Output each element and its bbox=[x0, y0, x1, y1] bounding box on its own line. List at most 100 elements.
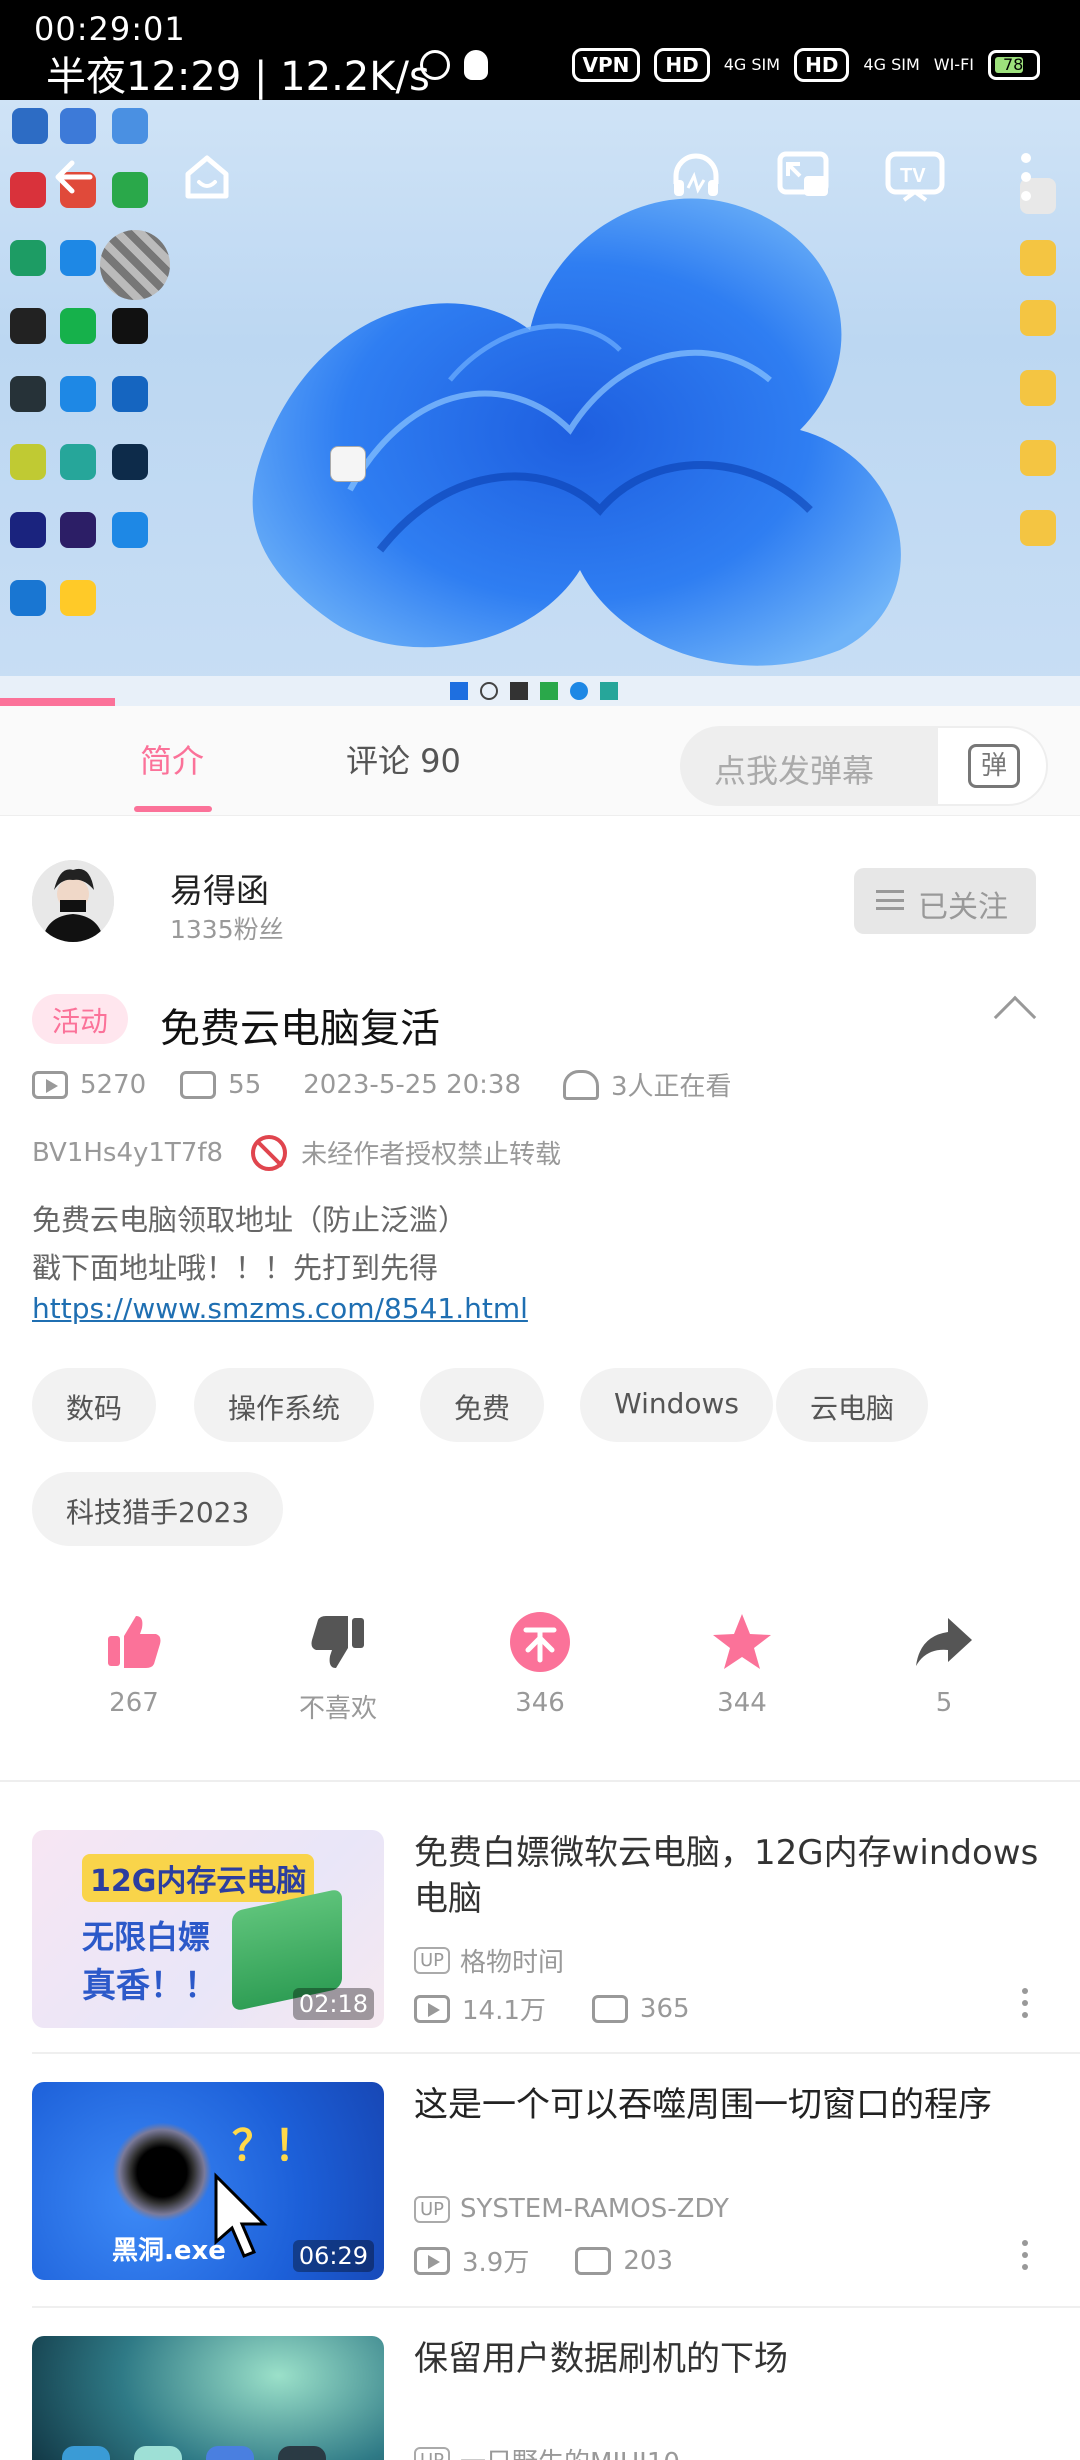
danmaku-input[interactable]: 点我发弹幕 bbox=[680, 726, 936, 806]
uploader-name[interactable]: SYSTEM-RAMOS-ZDY bbox=[460, 2194, 729, 2224]
section-divider bbox=[0, 1780, 1080, 1782]
share-button[interactable]: 5 bbox=[874, 1610, 1014, 1718]
video-title-row: 活动 免费云电脑复活 bbox=[0, 984, 1080, 1054]
player-controls: TV bbox=[0, 140, 1080, 220]
vpn-badge: VPN bbox=[571, 48, 641, 82]
recommended-uploader: UP SYSTEM-RAMOS-ZDY bbox=[414, 2194, 729, 2224]
uploader-name[interactable]: 易得函 bbox=[170, 864, 269, 912]
tab-intro[interactable]: 简介 bbox=[140, 736, 204, 782]
tag-item[interactable]: 操作系统 bbox=[194, 1368, 375, 1442]
danmaku-toggle-button[interactable]: 弹 bbox=[936, 726, 1048, 806]
coin-button[interactable]: 346 bbox=[470, 1610, 610, 1718]
danmaku-count: 55 bbox=[228, 1069, 262, 1100]
list-separator bbox=[32, 2052, 1080, 2054]
activity-badge[interactable]: 活动 bbox=[32, 994, 129, 1044]
recommended-stats: 14.1万 365 bbox=[414, 1990, 690, 2027]
miniplayer-icon[interactable] bbox=[776, 150, 832, 202]
like-button[interactable]: 267 bbox=[64, 1610, 204, 1718]
status-bar: 00:29:01 半夜12:29 | 12.2K/s VPN HD 4G SIM… bbox=[0, 0, 1080, 100]
menu-icon bbox=[876, 890, 904, 910]
recommended-stats: 3.9万 203 bbox=[414, 2242, 673, 2279]
recommended-uploader: UP 格物时间 bbox=[414, 1942, 564, 1979]
desc-line-1: 免费云电脑领取地址（防止泛滥） bbox=[32, 1203, 468, 1237]
video-description: 免费云电脑领取地址（防止泛滥） 戳下面地址哦！！！先打到先得 bbox=[32, 1196, 467, 1292]
windows-taskbar bbox=[0, 676, 1080, 706]
video-stats: 5270 55 2023-5-25 20:38 3人正在看 bbox=[32, 1066, 732, 1103]
video-thumbnail[interactable]: 12G内存云电脑 无限白嫖 真香！！ 02:18 bbox=[32, 1830, 384, 2028]
recommended-title[interactable]: 这是一个可以吞噬周围一切窗口的程序 bbox=[414, 2082, 1044, 2128]
video-progress-bar[interactable] bbox=[0, 698, 115, 706]
battery-level: 78 bbox=[1003, 55, 1024, 74]
favorite-count: 344 bbox=[717, 1688, 767, 1718]
sim2-signal: 4G SIM bbox=[863, 55, 920, 74]
star-icon bbox=[713, 1614, 771, 1669]
hd-badge-1: HD bbox=[654, 48, 710, 82]
tag-item[interactable]: Windows bbox=[580, 1368, 773, 1442]
action-bar: 267 不喜欢 346 344 5 bbox=[0, 1610, 1080, 1740]
more-options-icon[interactable] bbox=[1022, 2240, 1028, 2270]
recommended-uploader: UP 一只野生的MIUI10 bbox=[414, 2442, 680, 2460]
thumb-caption-1: 黑洞.exe bbox=[112, 2236, 226, 2266]
recommended-title[interactable]: 保留用户数据刷机的下场 bbox=[414, 2336, 1044, 2382]
uploader-fans: 1335粉丝 bbox=[170, 915, 284, 944]
no-repost-icon bbox=[251, 1134, 288, 1171]
uploader-row: 易得函 1335粉丝 已关注 bbox=[0, 840, 1080, 960]
back-icon[interactable] bbox=[50, 152, 100, 202]
more-options-icon[interactable] bbox=[1022, 1988, 1028, 2018]
home-icon[interactable] bbox=[180, 150, 234, 204]
recommended-title[interactable]: 免费白嫖微软云电脑，12G内存windows电脑 bbox=[414, 1830, 1044, 1922]
share-count: 5 bbox=[935, 1688, 953, 1718]
up-badge: UP bbox=[414, 1947, 451, 1974]
tv-cast-icon[interactable]: TV bbox=[884, 150, 946, 204]
sim1-signal: 4G SIM bbox=[723, 55, 781, 74]
play-count-icon bbox=[414, 2246, 450, 2275]
tag-item[interactable]: 科技猎手2023 bbox=[32, 1472, 284, 1546]
play-count: 5270 bbox=[80, 1069, 147, 1100]
recommended-video[interactable]: ？！ 黑洞.exe 06:29 这是一个可以吞噬周围一切窗口的程序 UP SYST… bbox=[0, 2082, 1080, 2312]
uploader-name[interactable]: 格物时间 bbox=[460, 1942, 564, 1979]
chevron-up-icon[interactable] bbox=[993, 995, 1037, 1039]
thumb-caption-3: 真香！！ bbox=[82, 1966, 218, 2006]
tag-item[interactable]: 云电脑 bbox=[776, 1368, 929, 1442]
danmaku-count-icon bbox=[575, 2246, 612, 2275]
video-thumbnail[interactable]: ？！ 黑洞.exe 06:29 bbox=[32, 2082, 384, 2280]
recommended-video[interactable]: 12G内存云电脑 无限白嫖 真香！！ 02:18 免费白嫖微软云电脑，12G内存… bbox=[0, 1830, 1080, 2060]
headphones-icon[interactable] bbox=[668, 148, 724, 204]
status-time-speed: 半夜12:29 | 12.2K/s bbox=[46, 54, 430, 100]
thumbs-down-icon bbox=[311, 1616, 364, 1668]
favorite-button[interactable]: 344 bbox=[672, 1610, 812, 1718]
watching-count: 3人正在看 bbox=[611, 1072, 732, 1102]
wifi-icon: WI-FI bbox=[933, 55, 974, 74]
detail-tabs: 简介 评论 90 点我发弹幕 弹 bbox=[0, 706, 1080, 816]
alarm-icon bbox=[419, 50, 450, 80]
coin-icon bbox=[510, 1612, 570, 1672]
play-count: 14.1万 bbox=[462, 1996, 546, 2026]
more-icon[interactable] bbox=[1016, 150, 1036, 204]
avatar[interactable] bbox=[32, 860, 114, 942]
thumb-caption-2: 无限白嫖 bbox=[82, 1918, 211, 1956]
video-title: 免费云电脑复活 bbox=[160, 1006, 440, 1052]
bvid-row: BV1Hs4y1T7f8 未经作者授权禁止转载 bbox=[32, 1134, 561, 1171]
black-hole-illustration bbox=[112, 2122, 212, 2222]
tab-comments[interactable]: 评论 90 bbox=[346, 736, 461, 782]
bvid[interactable]: BV1Hs4y1T7f8 bbox=[32, 1138, 223, 1168]
dislike-label: 不喜欢 bbox=[298, 1694, 377, 1724]
battery-icon: 78 bbox=[988, 50, 1040, 80]
recommended-video[interactable]: 保留用户数据刷机的下场 UP 一只野生的MIUI10 bbox=[0, 2336, 1080, 2460]
coin-count: 346 bbox=[515, 1688, 565, 1718]
play-count: 3.9万 bbox=[462, 2248, 530, 2278]
publish-datetime: 2023-5-25 20:38 bbox=[303, 1069, 522, 1100]
tag-item[interactable]: 数码 bbox=[32, 1368, 157, 1442]
dislike-button[interactable]: 不喜欢 bbox=[268, 1610, 408, 1724]
danmaku-icon: 弹 bbox=[968, 744, 1020, 788]
video-player[interactable]: TV bbox=[0, 100, 1080, 706]
follow-button[interactable]: 已关注 bbox=[854, 868, 1036, 934]
status-clock: 00:29:01 bbox=[34, 10, 186, 48]
tag-item[interactable]: 免费 bbox=[420, 1368, 545, 1442]
uploader-name[interactable]: 一只野生的MIUI10 bbox=[460, 2442, 680, 2460]
play-count-icon bbox=[32, 1070, 68, 1099]
video-thumbnail[interactable] bbox=[32, 2336, 384, 2460]
danmaku-count: 203 bbox=[623, 2245, 673, 2276]
description-link[interactable]: https://www.smzms.com/8541.html bbox=[32, 1292, 528, 1325]
status-icons: VPN HD 4G SIM HD 4G SIM WI-FI 78 bbox=[419, 48, 1040, 82]
